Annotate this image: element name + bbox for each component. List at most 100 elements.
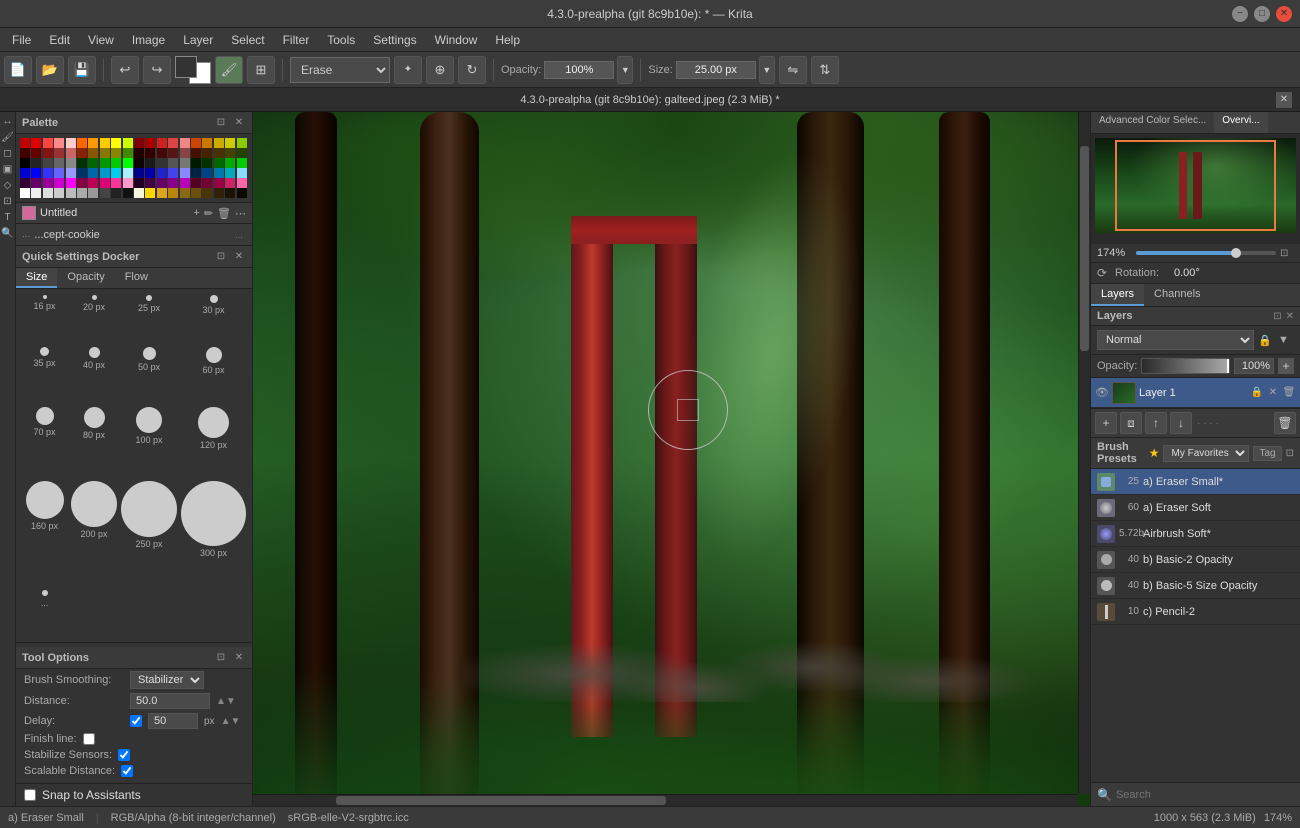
palette-color-swatch[interactable]: [20, 148, 30, 158]
palette-color-swatch[interactable]: [31, 168, 41, 178]
palette-color-swatch[interactable]: [168, 138, 178, 148]
palette-color-swatch[interactable]: [111, 158, 121, 168]
stabilize-sensors-checkbox[interactable]: [118, 749, 130, 761]
layer-collapse-btn[interactable]: ✕: [1266, 386, 1280, 400]
tool-text[interactable]: T: [1, 210, 15, 224]
palette-color-swatch[interactable]: [145, 148, 155, 158]
palette-color-swatch[interactable]: [180, 178, 190, 188]
size-dropdown-button[interactable]: ▼: [759, 56, 775, 84]
delete-layer-bottom-button[interactable]: 🗑: [1274, 412, 1296, 434]
palette-color-swatch[interactable]: [145, 138, 155, 148]
brush-preset-category-select[interactable]: My Favorites: [1163, 445, 1249, 462]
palette-color-swatch[interactable]: [31, 148, 41, 158]
palette-color-swatch[interactable]: [77, 188, 87, 198]
palette-color-swatch[interactable]: [225, 188, 235, 198]
brush-size-item[interactable]: 100 px: [121, 407, 177, 478]
palette-color-swatch[interactable]: [20, 158, 30, 168]
tool-paint[interactable]: 🖌: [1, 130, 15, 144]
close-document-button[interactable]: ✕: [1276, 92, 1292, 108]
quick-settings-options[interactable]: ⊡: [214, 250, 228, 264]
zoom-slider-thumb[interactable]: [1231, 248, 1241, 258]
layers-opacity-slider[interactable]: [1141, 358, 1230, 374]
layer-lock-btn[interactable]: 🔒: [1250, 386, 1264, 400]
brush-size-item[interactable]: 16 px: [22, 295, 67, 343]
tool-select[interactable]: ◇: [1, 178, 15, 192]
erase-mode-button[interactable]: ✦: [394, 56, 422, 84]
palette-color-swatch[interactable]: [77, 158, 87, 168]
palette-color-swatch[interactable]: [157, 138, 167, 148]
palette-color-swatch[interactable]: [77, 178, 87, 188]
brush-smoothing-select[interactable]: Stabilizer: [130, 671, 204, 689]
layers-panel-close[interactable]: ✕: [1286, 311, 1294, 322]
layers-blend-mode-select[interactable]: Normal: [1097, 330, 1254, 350]
delay-stepper[interactable]: ▲▼: [221, 716, 241, 727]
move-layer-up-button[interactable]: ↑: [1145, 412, 1167, 434]
tool-options-options[interactable]: ⊡: [214, 651, 228, 665]
palette-color-swatch[interactable]: [157, 178, 167, 188]
menu-tools[interactable]: Tools: [319, 31, 363, 49]
palette-color-swatch[interactable]: [43, 178, 53, 188]
add-layer-button[interactable]: +: [193, 207, 199, 220]
palette-color-swatch[interactable]: [88, 188, 98, 198]
palette-color-swatch[interactable]: [20, 138, 30, 148]
palette-color-swatch[interactable]: [168, 168, 178, 178]
tab-layers[interactable]: Layers: [1091, 284, 1144, 306]
brush-size-item[interactable]: ...: [22, 590, 67, 636]
palette-color-swatch[interactable]: [191, 148, 201, 158]
palette-color-swatch[interactable]: [111, 148, 121, 158]
brush-size-item[interactable]: 60 px: [181, 347, 246, 403]
palette-color-swatch[interactable]: [214, 188, 224, 198]
delay-checkbox[interactable]: [130, 715, 142, 727]
palette-options-button[interactable]: ⊡: [214, 116, 228, 130]
palette-color-swatch[interactable]: [202, 168, 212, 178]
palette-color-swatch[interactable]: [168, 148, 178, 158]
palette-color-swatch[interactable]: [66, 158, 76, 168]
mirror-v-button[interactable]: ⇅: [811, 56, 839, 84]
palette-color-swatch[interactable]: [145, 188, 155, 198]
minimize-button[interactable]: −: [1232, 6, 1248, 22]
brush-size-item[interactable]: 120 px: [181, 407, 246, 478]
palette-color-swatch[interactable]: [100, 188, 110, 198]
mirror-h-button[interactable]: ⇋: [779, 56, 807, 84]
opacity-value[interactable]: 100%: [544, 61, 614, 79]
close-button[interactable]: ✕: [1276, 6, 1292, 22]
palette-color-swatch[interactable]: [111, 168, 121, 178]
layer-visibility-toggle[interactable]: 👁: [1095, 386, 1109, 400]
palette-color-swatch[interactable]: [191, 138, 201, 148]
palette-color-swatch[interactable]: [54, 138, 64, 148]
layers-panel-options[interactable]: ⊡: [1273, 311, 1281, 322]
distance-stepper[interactable]: ▲▼: [216, 696, 236, 707]
palette-color-swatch[interactable]: [88, 168, 98, 178]
palette-color-swatch[interactable]: [88, 178, 98, 188]
palette-color-swatch[interactable]: [20, 168, 30, 178]
palette-color-swatch[interactable]: [123, 138, 133, 148]
color-pair[interactable]: [175, 56, 211, 84]
brush-size-item[interactable]: 30 px: [181, 295, 246, 343]
palette-color-swatch[interactable]: [180, 138, 190, 148]
palette-color-swatch[interactable]: [100, 158, 110, 168]
brush-size-item[interactable]: 160 px: [22, 481, 67, 586]
menu-help[interactable]: Help: [487, 31, 528, 49]
palette-color-swatch[interactable]: [134, 168, 144, 178]
brush-mirror-button[interactable]: ⊕: [426, 56, 454, 84]
palette-color-swatch[interactable]: [31, 178, 41, 188]
opacity-dropdown-button[interactable]: ▼: [617, 56, 633, 84]
edit-layer-button[interactable]: ✏: [204, 207, 213, 220]
palette-color-swatch[interactable]: [134, 188, 144, 198]
save-file-button[interactable]: 💾: [68, 56, 96, 84]
canvas-area[interactable]: [253, 112, 1090, 806]
brush-size-item[interactable]: 40 px: [71, 347, 117, 403]
tool-zoom[interactable]: 🔍: [1, 226, 15, 240]
palette-color-swatch[interactable]: [225, 138, 235, 148]
finish-line-checkbox[interactable]: [83, 733, 95, 745]
palette-color-swatch[interactable]: [54, 188, 64, 198]
brush-size-item[interactable]: 70 px: [22, 407, 67, 478]
layer-delete-btn[interactable]: 🗑: [1282, 386, 1296, 400]
palette-color-swatch[interactable]: [157, 158, 167, 168]
group-layer-button[interactable]: ⧈: [1120, 412, 1142, 434]
palette-color-swatch[interactable]: [191, 168, 201, 178]
palette-color-swatch[interactable]: [66, 138, 76, 148]
preset-item-pencil2[interactable]: 10 c) Pencil-2: [1091, 599, 1300, 625]
layer-item[interactable]: 👁 Layer 1 🔒 ✕ 🗑: [1091, 378, 1300, 408]
brush-wrap-button[interactable]: ↻: [458, 56, 486, 84]
